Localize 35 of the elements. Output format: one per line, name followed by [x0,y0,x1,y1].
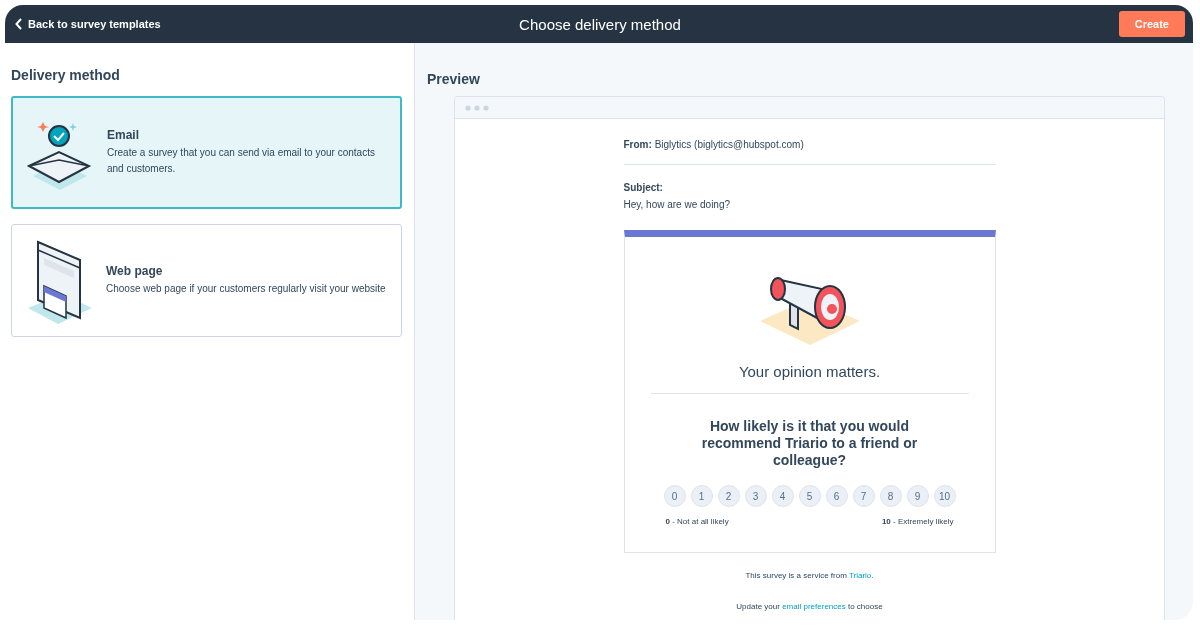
survey-question: How likely is it that you would recommend Triario to a friend or colleague? [700,418,919,469]
scale-low-label: 0 - Not at all likely [665,517,729,526]
create-button[interactable]: Create [1118,11,1185,37]
option-description: Choose web page if your customers regularly visit your website [106,282,386,296]
rating-option[interactable]: 9 [906,485,929,507]
rating-option[interactable]: 8 [879,485,902,507]
preferences-link[interactable]: email preferences [782,602,846,611]
option-title: Email [107,128,140,142]
rating-option[interactable]: 1 [690,485,713,507]
subject-text: Hey, how are we doing? [623,199,732,210]
scale-high-label: 10 - Extremely likely [881,517,954,526]
page-title: Choose delivery method [518,15,682,33]
preview-heading: Preview [427,71,481,87]
rating-option[interactable]: 2 [717,485,740,507]
preferences-text: Update your email preferences to choose [735,602,884,611]
delivery-option-card[interactable]: Web page Choose web page if your customers regularly visit your website [11,224,402,337]
survey-headline: Your opinion matters. [738,363,881,382]
back-link[interactable]: Back to survey templates [15,18,315,30]
rating-option[interactable]: 10 [933,485,956,507]
window-dots-icon [465,104,491,111]
rating-option[interactable]: 4 [771,485,794,507]
subject-label: Subject: [623,182,663,193]
rating-option[interactable]: 0 [663,485,686,507]
rating-option[interactable]: 3 [744,485,767,507]
back-link-label[interactable]: Back to survey templates [28,18,161,30]
rating-option[interactable]: 6 [825,485,848,507]
footer-text: This survey is a service from Triario. [744,571,875,580]
from-line: From: Biglytics (biglytics@hubspot.com) [623,139,996,165]
chevron-left-icon [15,18,23,30]
option-description: Create a survey that you can send via email to your contacts and customers. [107,146,376,176]
rating-option[interactable]: 7 [852,485,875,507]
option-title: Web page [106,264,164,278]
rating-option[interactable]: 5 [798,485,821,507]
delivery-option-card[interactable]: Email Create a survey that you can send via email to your contacts and customers. [11,96,402,209]
section-heading: Delivery method [11,67,121,83]
